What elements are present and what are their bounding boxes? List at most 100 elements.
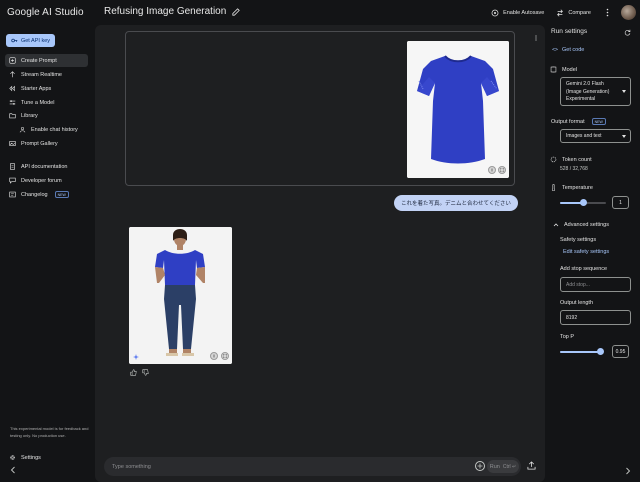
stop-sequence-label: Add stop sequence (560, 266, 608, 272)
new-badge: NEW (591, 118, 606, 125)
people-icon (19, 126, 26, 133)
key-icon (11, 38, 18, 43)
model-select-value: Gemini 2.0 Flash (Image Generation) Expe… (566, 81, 610, 102)
tshirt-image[interactable] (407, 41, 509, 178)
run-settings-panel: Run settings <> Get code Model Gemini 2.… (545, 25, 640, 482)
top-actions: Enable Autosave Compare (491, 0, 640, 25)
model-select[interactable]: Gemini 2.0 Flash (Image Generation) Expe… (560, 77, 631, 106)
sidebar-item-label: Library (21, 112, 38, 119)
sidebar-item-create-prompt[interactable]: Create Prompt (5, 54, 88, 67)
brand-logo[interactable]: Google AI Studio (7, 7, 84, 18)
apps-icon (9, 85, 15, 92)
upload-icon[interactable] (527, 461, 536, 470)
sidebar-item-stream-realtime[interactable]: Stream Realtime (5, 68, 88, 81)
tune-icon (9, 100, 16, 105)
get-api-key-button[interactable]: Get API key (6, 34, 55, 47)
sidebar-item-prompt-gallery[interactable]: Prompt Gallery (5, 137, 88, 150)
edit-safety-settings-link[interactable]: Edit safety settings (563, 249, 609, 255)
top-p-slider[interactable] (560, 348, 605, 356)
new-badge: NEW (54, 191, 69, 198)
output-format-value: Images and text (566, 133, 602, 139)
more-options-icon[interactable] (603, 8, 611, 18)
folder-icon (9, 113, 16, 119)
image-info-icon[interactable] (488, 166, 496, 174)
prompt-title: Refusing Image Generation (104, 6, 241, 17)
sidebar-item-label: Prompt Gallery (21, 140, 58, 147)
sidebar-item-tune-a-model[interactable]: Tune a Model (5, 96, 88, 109)
temperature-input[interactable]: 1 (612, 196, 629, 209)
sidebar-item-enable-chat-history[interactable]: Enable chat history (15, 123, 88, 136)
stream-icon (10, 71, 15, 78)
user-message: これを着た写真。デニムと合わせてください (394, 195, 518, 211)
token-icon (550, 156, 557, 163)
sidebar-item-label: API documentation (21, 163, 68, 170)
forum-icon (9, 177, 16, 184)
chevron-down-icon (622, 134, 626, 138)
model-label: Model (550, 66, 577, 73)
chevron-down-icon (622, 90, 626, 93)
generated-image[interactable] (129, 227, 232, 364)
output-format-select[interactable]: Images and text (560, 129, 631, 143)
run-shortcut: Ctrl ↵ (502, 463, 517, 470)
collapse-sidebar-icon[interactable] (10, 466, 16, 474)
top-p-slider-fill (560, 351, 601, 353)
reset-settings-icon[interactable] (624, 29, 631, 36)
compare-button[interactable]: Compare (556, 9, 591, 17)
compare-icon (557, 9, 564, 16)
left-sidebar: Get API key Create Prompt Stream Realtim… (0, 25, 95, 482)
temperature-slider-thumb[interactable] (579, 199, 587, 206)
save-icon (491, 9, 499, 16)
sidebar-item-library[interactable]: Library (5, 109, 88, 122)
temperature-slider[interactable] (560, 199, 606, 207)
response-feedback (130, 369, 149, 376)
output-length-label: Output length (560, 300, 594, 306)
temperature-label-text: Temperature (562, 184, 593, 191)
sidebar-item-label: Stream Realtime (21, 71, 62, 78)
sidebar-item-settings[interactable]: Settings (5, 451, 88, 464)
get-code-link[interactable]: <> Get code (552, 47, 584, 53)
advanced-settings-label: Advanced settings (564, 222, 609, 228)
sidebar-item-api-documentation[interactable]: API documentation (5, 160, 88, 173)
more-options-icon[interactable] (533, 35, 539, 41)
get-code-label: Get code (562, 47, 585, 53)
thumbs-down-icon[interactable] (142, 369, 149, 376)
output-length-input[interactable]: 8192 (560, 310, 631, 325)
safety-settings-label: Safety settings (560, 237, 597, 243)
sparkle-watermark-icon (133, 354, 139, 360)
add-media-button[interactable] (475, 461, 485, 471)
thumbs-up-icon[interactable] (130, 369, 137, 376)
sidebar-item-changelog[interactable]: Changelog NEW (5, 188, 88, 201)
token-count-label-text: Token count (562, 156, 592, 163)
avatar[interactable] (621, 5, 636, 20)
edit-pencil-icon[interactable] (232, 7, 241, 16)
top-p-input[interactable]: 0.95 (612, 345, 629, 358)
app-root: Google AI Studio Refusing Image Generati… (0, 0, 640, 482)
output-format-label: Output format NEW (551, 118, 606, 125)
fullscreen-icon[interactable] (221, 352, 229, 360)
image-info-icon[interactable] (210, 352, 218, 360)
plus-square-icon (9, 57, 16, 64)
doc-icon (10, 163, 15, 170)
stop-sequence-input[interactable]: Add stop... (560, 277, 631, 292)
chat-area: これを着た写真。デニムと合わせてください Type something Run … (95, 25, 545, 482)
advanced-settings-toggle[interactable]: Advanced settings (553, 222, 609, 228)
run-button[interactable]: Run Ctrl ↵ (487, 460, 519, 473)
sidebar-item-label: Changelog (21, 191, 48, 198)
gear-icon (10, 455, 15, 460)
sidebar-item-developer-forum[interactable]: Developer forum (5, 174, 88, 187)
output-format-label-text: Output format (551, 118, 585, 125)
experimental-disclaimer: This experimental model is for feedback … (10, 426, 89, 438)
sidebar-item-label: Developer forum (21, 177, 62, 184)
sidebar-item-label: Create Prompt (21, 57, 57, 64)
token-count-label: Token count (550, 156, 592, 163)
fullscreen-icon[interactable] (498, 166, 506, 174)
sidebar-item-starter-apps[interactable]: Starter Apps (5, 82, 88, 95)
prompt-composer: Run Ctrl ↵ (104, 457, 521, 476)
compare-label: Compare (568, 9, 591, 16)
run-settings-title: Run settings (551, 28, 588, 35)
top-bar: Google AI Studio Refusing Image Generati… (0, 0, 640, 25)
top-p-slider-thumb[interactable] (597, 348, 605, 355)
prompt-input[interactable] (112, 459, 452, 474)
collapse-panel-icon[interactable] (625, 467, 631, 475)
enable-autosave-button[interactable]: Enable Autosave (491, 9, 544, 17)
